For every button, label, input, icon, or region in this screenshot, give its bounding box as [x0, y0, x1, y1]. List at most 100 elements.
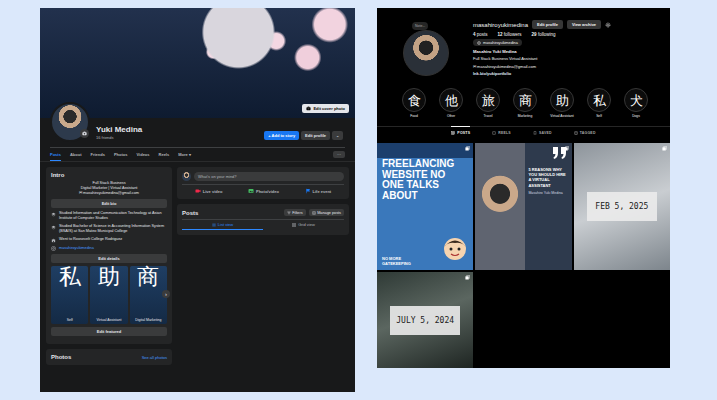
- ig-highlight[interactable]: 商Marketing: [512, 88, 538, 118]
- profile-tab[interactable]: Posts: [50, 148, 61, 161]
- composer-input[interactable]: What's on your mind?: [194, 172, 344, 181]
- facebook-profile-panel: Edit cover photo Yuki Medina16 friends + A…: [40, 8, 355, 392]
- ig-highlight[interactable]: 食Food: [401, 88, 427, 118]
- ig-highlight[interactable]: 助Virtual Assistant: [549, 88, 575, 118]
- ig-stat[interactable]: 12 followers: [498, 32, 522, 37]
- composer-card: What's on your mind? Live video Photo/vide…: [177, 167, 349, 199]
- composer-option[interactable]: Live video: [195, 188, 223, 194]
- profile-tab[interactable]: Friends: [90, 148, 104, 161]
- ig-post[interactable]: FREELANCING WEBSITE NO ONE TALKS ABOUT NO…: [377, 143, 473, 270]
- cartoon-face-icon: [442, 236, 468, 262]
- ig-profile-button[interactable]: Edit profile: [532, 20, 563, 29]
- friends-count[interactable]: 16 friends: [96, 135, 258, 140]
- highlight-glyph: 旅: [482, 94, 495, 107]
- ig-tab[interactable]: TAGGED: [574, 126, 596, 139]
- more-options-button[interactable]: ···: [333, 151, 345, 158]
- photos-card: Photos See all photos: [46, 349, 172, 365]
- posts-tool-button[interactable]: Manage posts: [309, 209, 344, 216]
- ig-full-name: Masahiro Yuki Medina: [473, 49, 611, 54]
- post-title: FREELANCING WEBSITE NO ONE TALKS ABOUT: [382, 159, 468, 201]
- edit-featured-button[interactable]: Edit featured: [51, 327, 167, 336]
- ig-highlight[interactable]: 私Self: [586, 88, 612, 118]
- post-title: JULY 5, 2024: [396, 316, 454, 325]
- ig-tab[interactable]: POSTS: [451, 126, 470, 139]
- profile-avatar[interactable]: [50, 102, 90, 142]
- featured-glyph: 商: [137, 266, 159, 288]
- profile-tab[interactable]: More ▾: [178, 148, 191, 161]
- profile-action-button[interactable]: Edit profile: [301, 131, 330, 140]
- edit-bio-button[interactable]: Edit bio: [51, 199, 167, 208]
- profile-tab[interactable]: Reels: [159, 148, 170, 161]
- featured-next-button[interactable]: ›: [162, 290, 170, 298]
- edit-cover-photo-button[interactable]: Edit cover photo: [302, 104, 349, 113]
- school-icon: [51, 238, 56, 243]
- ig-stat: 4 posts: [473, 32, 488, 37]
- ig-post[interactable]: 5 REASONS WHY YOU SHOULD HIRE A VIRTUAL …: [475, 143, 571, 270]
- carousel-icon: [465, 146, 470, 151]
- intro-detail-text[interactable]: masahiroyukimedina: [59, 246, 94, 251]
- ig-note-bubble[interactable]: Note...: [412, 22, 428, 30]
- photo-icon: [248, 188, 254, 194]
- intro-detail-row: Studied Bachelor of Science in Accountin…: [51, 224, 167, 234]
- profile-tab[interactable]: Videos: [136, 148, 149, 161]
- posts-view-tab[interactable]: List view: [182, 220, 263, 230]
- gear-icon[interactable]: [605, 22, 611, 28]
- reels-icon: [492, 131, 496, 135]
- ig-tab-label: REELS: [498, 131, 511, 135]
- ig-threads-badge[interactable]: masahiroyukimedina: [473, 39, 522, 46]
- post-title: 5 REASONS WHY YOU SHOULD HIRE A VIRTUAL …: [528, 167, 568, 188]
- posts-title: Posts: [182, 210, 198, 216]
- profile-tab[interactable]: Photos: [114, 148, 128, 161]
- composer-option[interactable]: Life event: [305, 188, 332, 194]
- profile-actions: + Add to storyEdit profile⌄: [264, 131, 343, 142]
- featured-tile[interactable]: 私Self: [51, 266, 88, 324]
- ig-stat-label: following: [538, 32, 556, 37]
- ig-stat[interactable]: 29 following: [532, 32, 556, 37]
- intro-detail-row: Went to Roosevelt College Rodriguez: [51, 237, 167, 243]
- composer-option[interactable]: Photo/video: [248, 188, 279, 194]
- profile-action-button[interactable]: ⌄: [332, 131, 343, 140]
- featured-tile[interactable]: 助Virtual Assistant: [90, 266, 127, 324]
- profile-action-button[interactable]: + Add to story: [264, 131, 299, 140]
- ig-post[interactable]: FEB 5, 2025: [574, 143, 670, 270]
- ig-bio-link[interactable]: lnk.bio/yukiportfolio: [473, 71, 611, 76]
- see-all-photos-link[interactable]: See all photos: [142, 355, 167, 360]
- highlight-glyph: 商: [519, 94, 532, 107]
- grid-icon: [292, 223, 296, 227]
- intro-detail-row: Studied Information and Communication Te…: [51, 211, 167, 221]
- profile-header: Yuki Medina16 friends + Add to storyEdit …: [40, 118, 355, 147]
- ig-content-tabs: POSTS REELS SAVED TAGGED: [377, 126, 670, 139]
- intro-title: Intro: [51, 172, 167, 178]
- posts-tool-button[interactable]: Filters: [284, 209, 306, 216]
- post-subtitle: NO MORE GATEKEEPING: [382, 257, 422, 267]
- ig-profile-button[interactable]: View archive: [567, 20, 601, 29]
- avatar-camera-button[interactable]: [80, 129, 89, 138]
- left-column: IntroFull Stack BusinessDigital Marketer…: [46, 167, 172, 392]
- highlight-label: Travel: [483, 114, 492, 118]
- post-title: FEB 5, 2025: [593, 202, 651, 211]
- ig-post[interactable]: JULY 5, 2024: [377, 272, 473, 368]
- ig-tab[interactable]: REELS: [492, 126, 511, 139]
- ig-tab-label: SAVED: [539, 131, 552, 135]
- posts-card: Posts FiltersManage posts List viewGrid vi…: [177, 204, 349, 235]
- ig-stat-count: 12: [498, 32, 503, 37]
- composer-avatar: [182, 172, 191, 181]
- highlight-label: Self: [596, 114, 602, 118]
- edit-details-button[interactable]: Edit details: [51, 254, 167, 263]
- ig-avatar[interactable]: Note...: [403, 30, 449, 76]
- ig-highlight[interactable]: 旅 Travel: [475, 88, 501, 118]
- posts-view-tab[interactable]: Grid view: [263, 220, 344, 230]
- cover-photo: Edit cover photo: [40, 8, 355, 118]
- post-subtitle: Masahiro Yuki Medina: [528, 191, 568, 195]
- ig-highlight[interactable]: 犬Dogs: [623, 88, 649, 118]
- flag-icon: [305, 188, 311, 194]
- featured-collection: 私Self助Virtual Assistant商Digital Marketin…: [51, 266, 167, 324]
- profile-tab[interactable]: About: [70, 148, 82, 161]
- photos-title: Photos: [51, 354, 71, 360]
- filter-icon: [287, 211, 291, 215]
- profile-name-block: Yuki Medina16 friends: [96, 125, 258, 142]
- ig-tab[interactable]: SAVED: [533, 126, 552, 139]
- ig-stat-count: 29: [532, 32, 537, 37]
- highlight-glyph: 食: [408, 94, 421, 107]
- ig-highlight[interactable]: 他Other: [438, 88, 464, 118]
